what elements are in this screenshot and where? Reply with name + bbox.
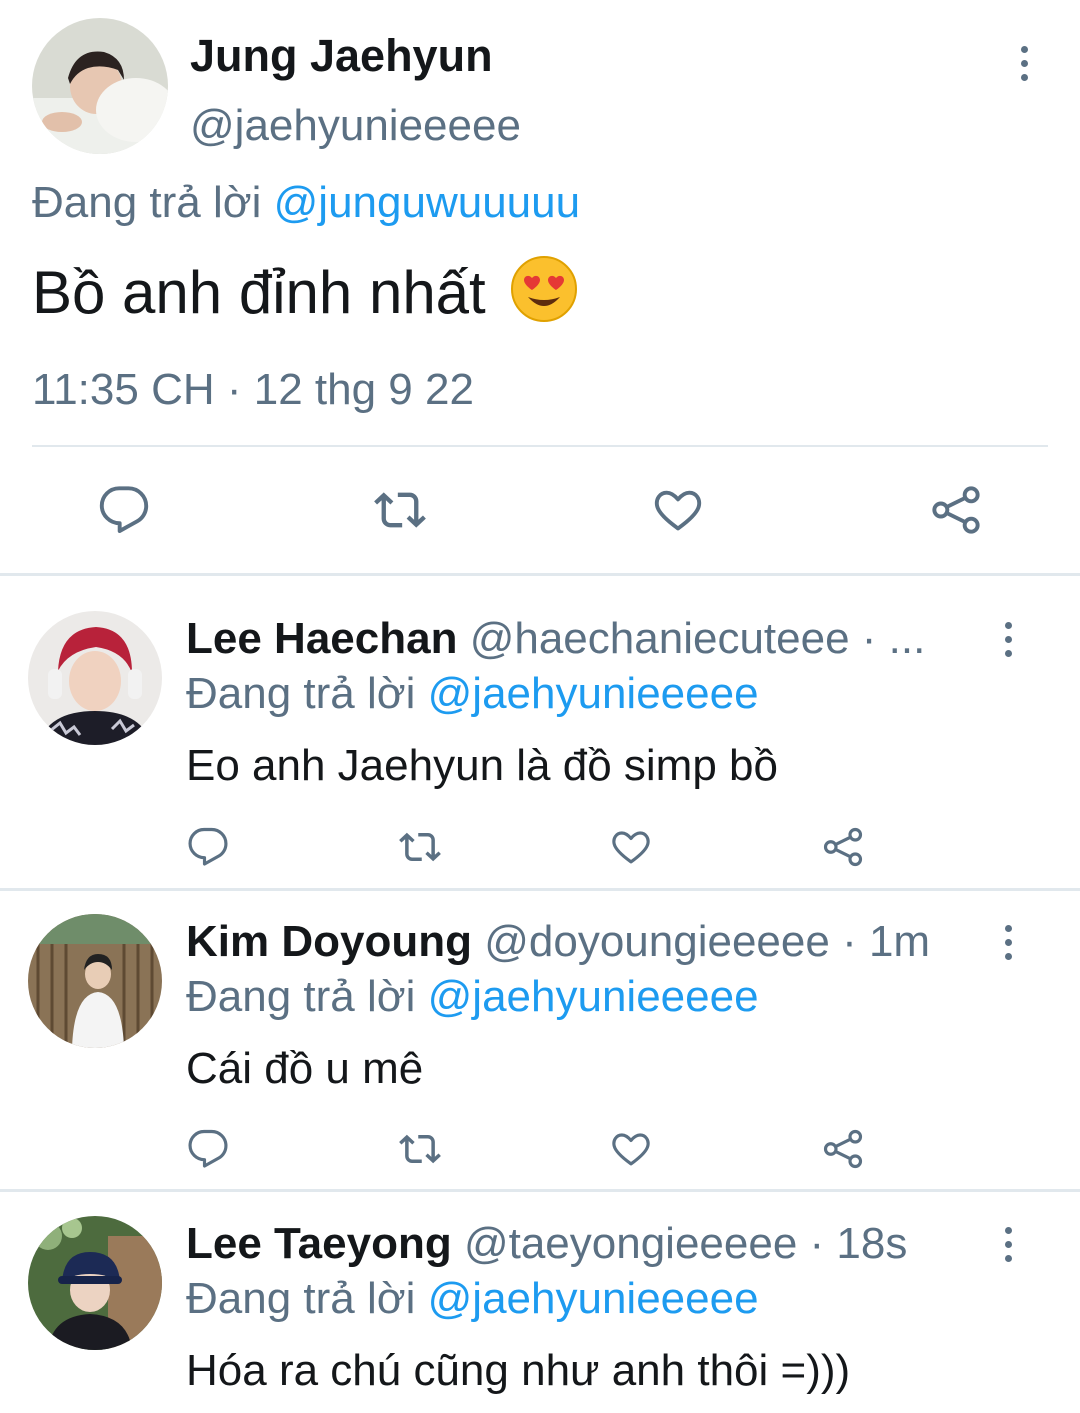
reply-to-handle[interactable]: @junguwuuuuu <box>274 178 580 227</box>
timestamp[interactable]: 11:35 CH · 12 thg 9 22 <box>32 365 474 415</box>
reply-prefix: Đang trả lời <box>32 178 262 227</box>
display-name[interactable]: Jung Jaehyun <box>190 30 493 82</box>
handle[interactable]: @jaehyunieeeee <box>190 101 521 151</box>
reply-to-handle[interactable]: @jaehyunieeeee <box>428 669 759 718</box>
reply-context: Đang trả lời @junguwuuuuu <box>32 178 580 228</box>
section-divider <box>0 888 1080 891</box>
avatar[interactable] <box>28 1216 162 1350</box>
like-icon[interactable] <box>652 484 704 536</box>
retweet-icon[interactable] <box>397 826 443 868</box>
tweet-text: Hóa ra chú cũng như anh thôi =))) <box>186 1346 851 1395</box>
reply-header: Lee Taeyong @taeyongieeeee · 18s <box>186 1219 907 1269</box>
avatar[interactable] <box>28 914 162 1048</box>
display-name[interactable]: Kim Doyoung <box>186 917 472 966</box>
handle-meta[interactable]: @doyoungieeeee · 1m <box>484 917 930 966</box>
divider <box>32 445 1048 447</box>
reply-prefix: Đang trả lời <box>186 1274 416 1323</box>
like-icon[interactable] <box>610 1128 652 1170</box>
reply-context: Đang trả lời @jaehyunieeeee <box>186 669 759 719</box>
display-name[interactable]: Lee Haechan <box>186 614 457 663</box>
more-options-icon[interactable] <box>1014 46 1034 81</box>
more-options-icon[interactable] <box>998 1227 1018 1262</box>
heart-eyes-emoji <box>510 255 578 323</box>
reply-prefix: Đang trả lời <box>186 669 416 718</box>
handle-meta[interactable]: @taeyongieeeee · 18s <box>464 1219 907 1268</box>
tweet-text-body: Bồ anh đỉnh nhất <box>32 259 486 326</box>
more-options-icon[interactable] <box>998 925 1018 960</box>
reply-icon[interactable] <box>98 484 150 536</box>
more-options-icon[interactable] <box>998 622 1018 657</box>
avatar[interactable] <box>32 18 168 154</box>
reply-icon[interactable] <box>187 1128 229 1170</box>
avatar[interactable] <box>28 611 162 745</box>
section-divider <box>0 1189 1080 1192</box>
display-name[interactable]: Lee Taeyong <box>186 1219 452 1268</box>
reply-header: Lee Haechan @haechaniecuteee · ... <box>186 614 966 664</box>
share-icon[interactable] <box>822 826 864 868</box>
retweet-icon[interactable] <box>372 484 428 536</box>
like-icon[interactable] <box>610 826 652 868</box>
handle-meta[interactable]: @haechaniecuteee · ... <box>470 614 926 663</box>
reply-to-handle[interactable]: @jaehyunieeeee <box>428 1274 759 1323</box>
reply-icon[interactable] <box>187 826 229 868</box>
retweet-icon[interactable] <box>397 1128 443 1170</box>
reply-header: Kim Doyoung @doyoungieeeee · 1m <box>186 917 930 967</box>
tweet-text: Eo anh Jaehyun là đồ simp bồ <box>186 741 778 790</box>
reply-context: Đang trả lời @jaehyunieeeee <box>186 1274 759 1324</box>
reply-context: Đang trả lời @jaehyunieeeee <box>186 972 759 1022</box>
reply-prefix: Đang trả lời <box>186 972 416 1021</box>
tweet-text: Bồ anh đỉnh nhất <box>32 255 578 327</box>
section-divider <box>0 573 1080 576</box>
share-icon[interactable] <box>822 1128 864 1170</box>
share-icon[interactable] <box>930 484 982 536</box>
reply-to-handle[interactable]: @jaehyunieeeee <box>428 972 759 1021</box>
tweet-text: Cái đồ u mê <box>186 1044 424 1093</box>
